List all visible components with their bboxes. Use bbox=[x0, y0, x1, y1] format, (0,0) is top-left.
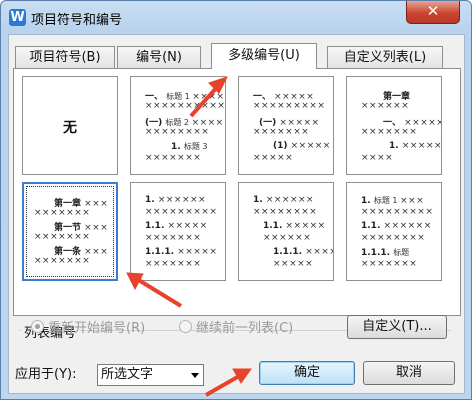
annotation-arrow-item bbox=[135, 277, 183, 308]
annotation-arrow-tab bbox=[189, 83, 221, 118]
tab-multilevel[interactable]: 多级编号(U) bbox=[211, 43, 317, 69]
annotation-arrow-ok bbox=[205, 373, 242, 397]
dialog-window: W 项目符号和编号 ✕ 项目符号(B) 编号(N) 多级编号(U) 自定义列表(… bbox=[0, 0, 472, 400]
